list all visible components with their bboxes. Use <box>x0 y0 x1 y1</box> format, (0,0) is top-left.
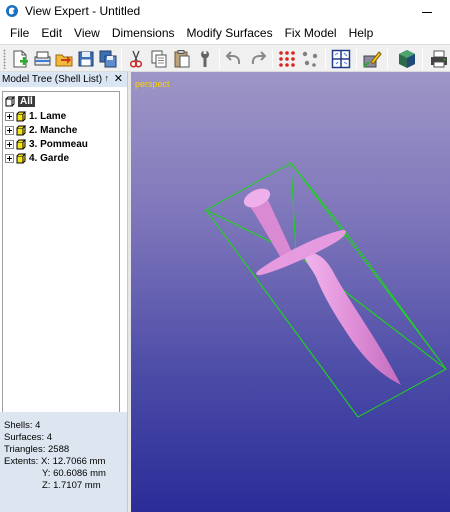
toolbar-separator <box>219 49 220 69</box>
app-logo-icon <box>6 5 18 17</box>
expand-icon[interactable] <box>5 153 14 163</box>
extents-x: Extents: X: 12.7066 mm <box>4 456 106 467</box>
shell-icon <box>16 139 26 149</box>
shell-icon <box>16 153 26 163</box>
tree-item-label: 1. Lame <box>29 110 67 122</box>
triangles-count: Triangles: 2588 <box>4 444 70 455</box>
paste-icon <box>174 50 190 68</box>
toolbar-separator <box>272 49 273 69</box>
open-button[interactable] <box>31 48 53 70</box>
window-controls <box>404 0 450 22</box>
panel-header: Model Tree (Shell List) ↑ ✕ <box>0 72 127 87</box>
open-icon <box>34 51 51 66</box>
shell-icon <box>16 125 26 135</box>
wrench-button[interactable] <box>194 48 216 70</box>
print-button[interactable] <box>428 48 450 70</box>
save-as-icon <box>99 50 117 68</box>
toolbar-separator <box>387 49 388 69</box>
menu-modify-surfaces[interactable]: Modify Surfaces <box>181 23 279 43</box>
save-as-button[interactable] <box>97 48 119 70</box>
toolbar-separator <box>325 49 326 69</box>
edit-model-button[interactable] <box>361 48 383 70</box>
title-bar: View Expert - Untitled <box>0 0 450 22</box>
copy-button[interactable] <box>148 48 170 70</box>
window-title: View Expert - Untitled <box>25 4 141 18</box>
redo-icon <box>251 51 267 65</box>
model-tree-panel: Model Tree (Shell List) ↑ ✕ All 1. Lame <box>0 72 127 512</box>
tree-item[interactable]: 3. Pommeau <box>5 137 88 151</box>
shell-group-icon <box>5 96 15 106</box>
panel-title: Model Tree (Shell List) <box>2 74 103 85</box>
cut-button[interactable] <box>125 48 147 70</box>
tree-item-label: 3. Pommeau <box>29 138 88 150</box>
minimize-button[interactable] <box>404 0 450 22</box>
extents-z: Z: 1.7107 mm <box>42 480 101 491</box>
menu-help[interactable]: Help <box>343 23 380 43</box>
blade-shape <box>303 252 401 385</box>
views-grid-button[interactable] <box>330 48 352 70</box>
toolbar-grip[interactable] <box>3 49 6 69</box>
tree-root[interactable]: All <box>5 94 35 108</box>
shells-count: Shells: 4 <box>4 420 41 431</box>
surfaces-count: Surfaces: 4 <box>4 432 53 443</box>
undo-button[interactable] <box>223 48 245 70</box>
tree-root-label: All <box>18 95 35 107</box>
tree-item[interactable]: 1. Lame <box>5 109 66 123</box>
edit-model-icon <box>363 51 382 68</box>
close-icon[interactable]: ✕ <box>114 72 123 85</box>
shading-icon <box>399 50 415 68</box>
toolbar-separator <box>356 49 357 69</box>
save-icon <box>78 51 94 67</box>
model-stats: Shells: 4 Surfaces: 4 Triangles: 2588 Ex… <box>0 412 127 512</box>
shading-button[interactable] <box>396 48 418 70</box>
shell-icon <box>16 111 26 121</box>
save-button[interactable] <box>75 48 97 70</box>
redo-button[interactable] <box>247 48 269 70</box>
wrench-icon <box>201 50 209 67</box>
toolbar <box>0 44 450 72</box>
import-button[interactable] <box>53 48 75 70</box>
import-icon <box>55 54 73 67</box>
menu-dimensions[interactable]: Dimensions <box>106 23 181 43</box>
menu-bar: File Edit View Dimensions Modify Surface… <box>0 23 450 43</box>
copy-icon <box>151 50 167 68</box>
pin-icon[interactable]: ↑ <box>105 73 110 83</box>
expand-icon[interactable] <box>5 139 14 149</box>
views-grid-icon <box>331 49 351 69</box>
print-icon <box>431 50 447 68</box>
menu-edit[interactable]: Edit <box>35 23 68 43</box>
tree-item-label: 2. Manche <box>29 124 78 136</box>
undo-icon <box>225 51 241 65</box>
tree-item-label: 4. Garde <box>29 152 70 164</box>
extents-y: Y: 60.6086 mm <box>42 468 106 479</box>
toolbar-separator <box>121 49 122 69</box>
points-icon <box>302 51 318 67</box>
minimize-icon <box>422 11 432 13</box>
toolbar-separator <box>422 49 423 69</box>
3d-viewport[interactable]: perspect <box>131 72 450 512</box>
menu-fix-model[interactable]: Fix Model <box>279 23 343 43</box>
cut-icon <box>129 50 143 68</box>
menu-file[interactable]: File <box>4 23 35 43</box>
menu-view[interactable]: View <box>68 23 106 43</box>
tree-item[interactable]: 4. Garde <box>5 151 69 165</box>
points-button[interactable] <box>299 48 321 70</box>
grid-points-button[interactable] <box>276 48 298 70</box>
expand-icon[interactable] <box>5 125 14 135</box>
grid-points-icon <box>279 51 295 67</box>
model-render <box>204 162 447 418</box>
paste-button[interactable] <box>171 48 193 70</box>
new-icon <box>13 50 28 68</box>
new-button[interactable] <box>9 48 31 70</box>
tree-item[interactable]: 2. Manche <box>5 123 77 137</box>
expand-icon[interactable] <box>5 111 14 121</box>
